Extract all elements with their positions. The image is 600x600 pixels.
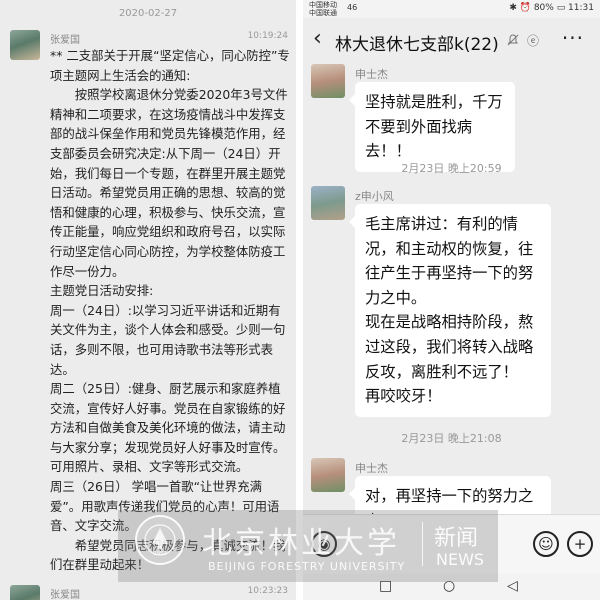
sender-name: 张爱国 bbox=[50, 35, 80, 46]
message-text: 现在是战略相持阶段，熬过这段，我们将转入战略反攻，离胜利不远了！ bbox=[365, 313, 534, 381]
network-signal: 46 bbox=[347, 3, 358, 12]
member-name: z申小风 bbox=[355, 190, 394, 203]
input-bar: ◉ ☺ + bbox=[303, 514, 600, 574]
status-right: ✱ ⏰ 80% ▭ 11:31 bbox=[509, 3, 594, 13]
member-name: 申士杰 bbox=[355, 68, 388, 81]
voice-icon[interactable]: ◉ bbox=[311, 531, 337, 557]
message-text: 再咬咬牙！ bbox=[365, 387, 442, 406]
carrier-1: 中国移动 bbox=[309, 1, 337, 9]
recents-icon[interactable]: □ bbox=[379, 578, 392, 594]
home-icon[interactable]: ○ bbox=[443, 578, 455, 594]
message-text: 坚持就是胜利，千万不要到外面找病去！！ bbox=[365, 93, 503, 161]
notice-paragraph: 周二（25日）:健身、厨艺展示和家庭养植交流，宣传好人好事。党员在自家锻练的好方… bbox=[50, 381, 286, 475]
system-nav-bar: □ ○ ◁ bbox=[303, 574, 600, 600]
left-chat-panel: 2020-02-27 张爱国 10:19:24 ** 二支部关于开展“坚定信心，… bbox=[0, 0, 296, 600]
more-options-icon[interactable]: ··· bbox=[562, 26, 584, 50]
sender-name: 张爱国 bbox=[50, 590, 80, 600]
chat-date: 2020-02-27 bbox=[118, 8, 178, 19]
status-bar: 中国移动 中国联通 46 ✱ ⏰ 80% ▭ 11:31 bbox=[303, 0, 600, 18]
message-bubble[interactable]: 坚持就是胜利，千万不要到外面找病去！！ bbox=[349, 82, 515, 172]
right-chat-panel: 中国移动 中国联通 46 ✱ ⏰ 80% ▭ 11:31 ‹ 林大退休七支部k(… bbox=[303, 0, 600, 600]
notice-paragraph: ** 二支部关于开展“坚定信心，同心防控”专项主题网上生活会的通知: bbox=[50, 48, 290, 83]
notice-message: ** 二支部关于开展“坚定信心，同心防控”专项主题网上生活会的通知: 按照学校离退… bbox=[50, 46, 290, 575]
sender-avatar[interactable] bbox=[10, 30, 40, 60]
sender-avatar[interactable] bbox=[10, 585, 40, 600]
emoji-icon[interactable]: ☺ bbox=[533, 531, 559, 557]
message-bubble[interactable]: 毛主席讲过：有利的情况，和主动权的恢复，往往产生于再坚持一下的努力之中。 现在是战… bbox=[349, 204, 551, 417]
notice-paragraph: 主题党日活动安排: bbox=[50, 283, 154, 299]
notice-paragraph: 周三（26日） 学唱一首歌“让世界充满爱”。用歌声传递我们党员的心声！可用语音、… bbox=[50, 479, 280, 534]
message-time: 10:23:23 bbox=[247, 586, 288, 596]
member-name: 申士杰 bbox=[355, 462, 388, 475]
chat-header: ‹ 林大退休七支部k(22) ⓔ ··· bbox=[303, 18, 600, 62]
message-time: 10:19:24 bbox=[247, 31, 288, 41]
earpiece-icon: ⓔ bbox=[527, 34, 540, 48]
member-avatar[interactable] bbox=[311, 186, 345, 220]
back-triangle-icon[interactable]: ◁ bbox=[507, 578, 518, 594]
chat-timestamp: 2月23日 晚上20:59 bbox=[401, 162, 502, 175]
message-text: 毛主席讲过：有利的情况，和主动权的恢复，往往产生于再坚持一下的努力之中。 bbox=[365, 215, 534, 307]
notice-paragraph: 希望党员同志积极参与，真诚交流！我们在群里动起来！ bbox=[50, 537, 286, 573]
back-arrow-icon[interactable]: ‹ bbox=[313, 26, 322, 51]
plus-icon[interactable]: + bbox=[567, 531, 593, 557]
member-avatar[interactable] bbox=[311, 64, 345, 98]
group-title: 林大退休七支部k(22) bbox=[335, 35, 499, 55]
notice-paragraph: 周一（24日）:以学习习近平讲话和近期有关文件为主，谈个人体会和感受。少则一句话… bbox=[50, 302, 286, 377]
carrier-2: 中国联通 bbox=[309, 9, 337, 17]
notice-paragraph: 按照学校离退休分党委2020年3号文件精神和二项要求，在这场疫情战斗中发挥支部的… bbox=[50, 87, 288, 279]
mute-bell-icon bbox=[507, 34, 519, 46]
member-avatar[interactable] bbox=[311, 458, 345, 492]
chat-timestamp: 2月23日 晚上21:08 bbox=[401, 432, 502, 445]
carrier-labels: 中国移动 中国联通 bbox=[309, 1, 337, 17]
